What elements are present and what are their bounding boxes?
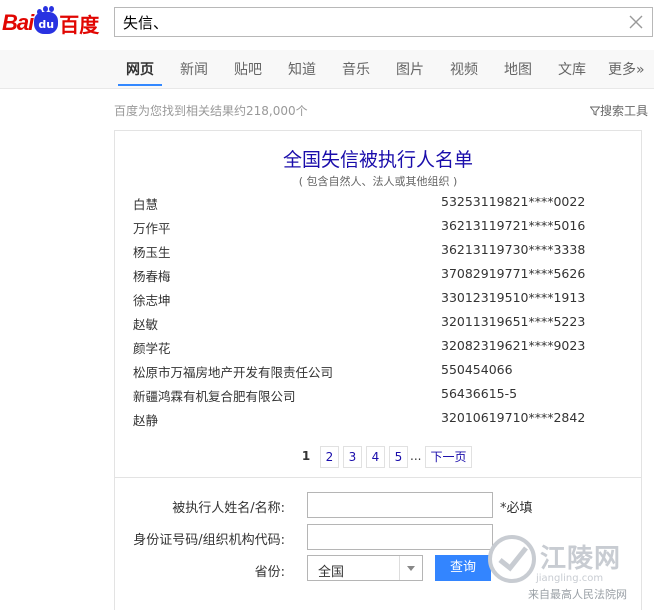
search-tools-button[interactable]: 搜索工具	[590, 102, 648, 119]
search-box[interactable]	[114, 7, 653, 37]
table-row[interactable]: 新疆鸿霖有机复合肥有限公司 56436615-5	[133, 383, 623, 407]
required-hint: *必填	[500, 501, 533, 516]
province-select[interactable]: 全国	[307, 555, 423, 581]
clear-icon[interactable]	[628, 13, 644, 31]
table-row[interactable]: 万作平 36213119721****5016	[133, 215, 623, 239]
row-id: 550454066	[441, 362, 513, 377]
row-id: 56436615-5	[441, 386, 518, 401]
query-button[interactable]: 查询	[435, 555, 491, 581]
row-id: 32010619710****2842	[441, 410, 586, 425]
row-id: 53253119821****0022	[441, 194, 586, 209]
page-1[interactable]: 1	[299, 446, 313, 466]
row-id: 36213119721****5016	[441, 218, 586, 233]
page-2[interactable]: 2	[320, 446, 339, 468]
row-name: 白慧	[133, 197, 159, 212]
id-label: 身份证号码/组织机构代码:	[133, 533, 285, 548]
tab-more[interactable]: 更多»	[608, 59, 645, 79]
row-name: 赵静	[133, 413, 159, 428]
header: Bai du 百度	[0, 0, 654, 50]
tab-web[interactable]: 网页	[126, 59, 154, 79]
tab-wenku[interactable]: 文库	[558, 59, 586, 79]
table-row[interactable]: 杨玉生 36213119730****3338	[133, 239, 623, 263]
row-id: 32011319651****5223	[441, 314, 586, 329]
watermark-site-name: 江陵网	[540, 544, 622, 574]
search-input[interactable]	[123, 12, 603, 32]
name-input[interactable]	[307, 492, 493, 518]
tab-news[interactable]: 新闻	[180, 59, 208, 79]
chevron-down-icon[interactable]	[399, 556, 422, 580]
page-ellipsis: ...	[410, 449, 422, 463]
table-row[interactable]: 赵敏 32011319651****5223	[133, 311, 623, 335]
divider	[115, 477, 641, 478]
result-count: 百度为您找到相关结果约218,000个	[114, 104, 308, 118]
province-value: 全国	[318, 565, 345, 580]
table-row[interactable]: 白慧 53253119821****0022	[133, 191, 623, 215]
next-page-button[interactable]: 下一页	[425, 446, 472, 468]
table-row[interactable]: 松原市万福房地产开发有限责任公司 550454066	[133, 359, 623, 383]
name-label: 被执行人姓名/名称:	[172, 501, 285, 516]
page-4[interactable]: 4	[366, 446, 385, 468]
row-id: 32082319621****9023	[441, 338, 586, 353]
active-tab-indicator	[118, 84, 162, 86]
id-input[interactable]	[307, 524, 493, 550]
pagination: 1 2 3 4 5 ... 下一页	[115, 446, 641, 468]
row-id: 37082919771****5626	[441, 266, 586, 281]
table-row[interactable]: 徐志坤 33012319510****1913	[133, 287, 623, 311]
province-label: 省份:	[254, 565, 285, 580]
card-subtitle: ( 包含自然人、法人或其他组织 )	[298, 175, 458, 188]
watermark-logo-icon	[488, 535, 536, 583]
page-3[interactable]: 3	[343, 446, 362, 468]
filter-icon	[590, 106, 600, 116]
search-tools-label: 搜索工具	[600, 104, 649, 118]
row-name: 新疆鸿霖有机复合肥有限公司	[133, 389, 296, 404]
row-id: 33012319510****1913	[441, 290, 586, 305]
watermark-domain: jiangling.com	[536, 573, 604, 584]
row-name: 松原市万福房地产开发有限责任公司	[133, 365, 334, 380]
row-name: 赵敏	[133, 317, 159, 332]
row-name: 徐志坤	[133, 293, 171, 308]
card-title[interactable]: 全国失信被执行人名单	[115, 145, 641, 172]
row-id: 36213119730****3338	[441, 242, 586, 257]
page-5[interactable]: 5	[389, 446, 408, 468]
baidu-logo[interactable]: Bai du 百度	[2, 6, 110, 40]
tab-video[interactable]: 视频	[450, 59, 478, 79]
tab-images[interactable]: 图片	[396, 59, 424, 79]
table-row[interactable]: 颜学花 32082319621****9023	[133, 335, 623, 359]
row-name: 颜学花	[133, 341, 171, 356]
paw-icon: du	[34, 9, 59, 34]
watermark: 江陵网 jiangling.com 来自最高人民法院网	[484, 530, 654, 601]
tab-music[interactable]: 音乐	[342, 59, 370, 79]
tab-map[interactable]: 地图	[504, 59, 532, 79]
nav-tabs: 网页 新闻 贴吧 知道 音乐 图片 视频 地图 文库 更多»	[0, 50, 654, 89]
logo-text-cn: 百度	[59, 12, 100, 37]
table-row[interactable]: 杨春梅 37082919771****5626	[133, 263, 623, 287]
table-row[interactable]: 赵静 32010619710****2842	[133, 407, 623, 431]
tab-tieba[interactable]: 贴吧	[234, 59, 262, 79]
tab-zhidao[interactable]: 知道	[288, 59, 316, 79]
logo-text-bai: Bai	[2, 10, 34, 35]
row-name: 万作平	[133, 221, 171, 236]
row-name: 杨春梅	[133, 269, 171, 284]
row-name: 杨玉生	[133, 245, 171, 260]
